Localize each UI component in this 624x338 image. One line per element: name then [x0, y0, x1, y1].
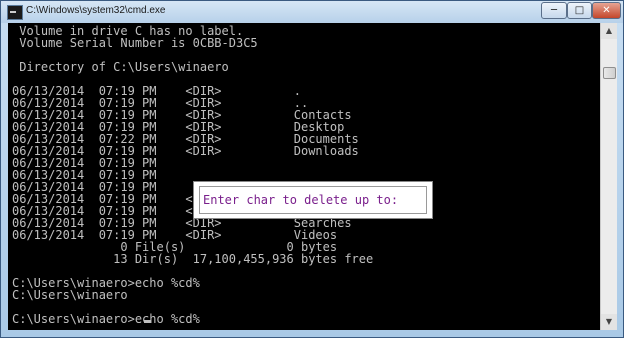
scroll-down-arrow-icon[interactable]: ▼ — [601, 314, 617, 330]
console-text: Volume in drive C has no label. Volume S… — [12, 24, 374, 326]
minimize-button[interactable]: ─ — [541, 2, 567, 19]
vertical-scrollbar[interactable]: ▲ ▼ — [600, 23, 617, 330]
maximize-button[interactable]: □ — [567, 2, 592, 19]
cmd-app-icon[interactable] — [7, 5, 23, 20]
console-output-area[interactable]: Volume in drive C has no label. Volume S… — [8, 23, 600, 330]
text-cursor — [144, 320, 151, 323]
popup-frame: Enter char to delete up to: — [199, 186, 427, 214]
delete-char-popup[interactable]: Enter char to delete up to: — [193, 181, 433, 219]
scroll-up-arrow-icon[interactable]: ▲ — [601, 23, 617, 39]
window-title: C:\Windows\system32\cmd.exe — [26, 5, 166, 16]
close-button[interactable]: ✕ — [592, 2, 621, 19]
cmd-window: C:\Windows\system32\cmd.exe ─ □ ✕ Volume… — [0, 0, 624, 338]
title-bar[interactable]: C:\Windows\system32\cmd.exe ─ □ ✕ — [1, 1, 623, 23]
scrollbar-thumb[interactable] — [603, 67, 616, 79]
popup-prompt: Enter char to delete up to: — [203, 193, 399, 207]
